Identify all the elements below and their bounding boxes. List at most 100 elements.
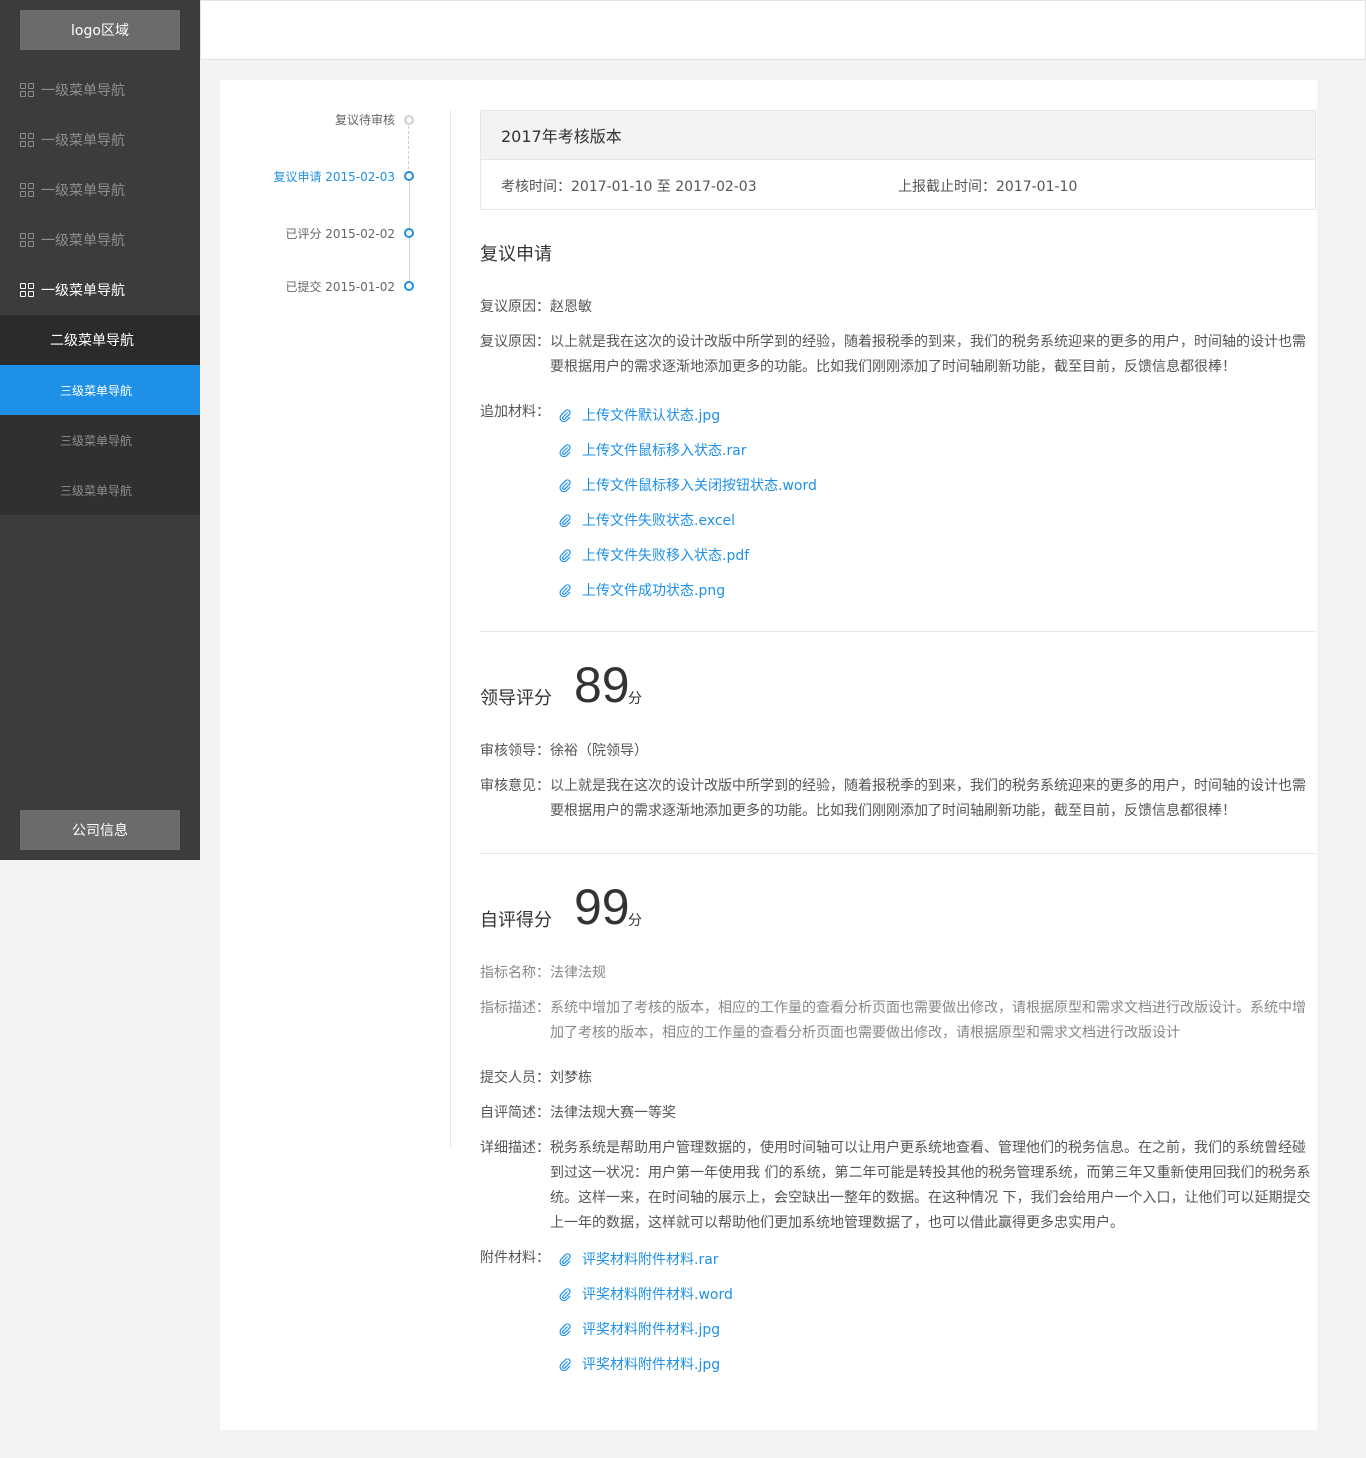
- sidebar-item-level3[interactable]: 三级菜单导航: [0, 415, 200, 465]
- attachment-link[interactable]: 评奖材料附件材料.jpg: [558, 1354, 720, 1374]
- sidebar-item-level1[interactable]: 一级菜单导航: [0, 165, 200, 215]
- file-name[interactable]: 评奖材料附件材料.rar: [582, 1249, 719, 1269]
- submitter-row: 提交人员：刘梦栋: [480, 1066, 592, 1091]
- grid-icon: [20, 132, 35, 148]
- score-unit: 分: [628, 913, 642, 929]
- sidebar-item-level2[interactable]: 二级菜单导航: [0, 315, 200, 365]
- field-label: 指标描述：: [480, 1000, 550, 1016]
- attachment-link[interactable]: 上传文件鼠标移入状态.rar: [558, 440, 747, 460]
- version-title: 2017年考核版本: [481, 111, 1315, 160]
- timeline-dot-pending: [404, 115, 414, 125]
- file-name[interactable]: 评奖材料附件材料.jpg: [582, 1354, 720, 1374]
- attachment-link[interactable]: 上传文件成功状态.png: [558, 580, 725, 600]
- timeline-dot: [404, 281, 414, 291]
- field-value: 赵恩敏: [550, 299, 592, 315]
- field-value: 徐裕（院领导）: [550, 743, 648, 759]
- leader-score-title: 领导评分: [480, 688, 552, 709]
- attach-label: 附件材料：: [480, 1250, 550, 1266]
- section-divider: [480, 853, 1316, 854]
- score-unit: 分: [628, 691, 642, 707]
- attachment-link[interactable]: 评奖材料附件材料.rar: [558, 1249, 719, 1269]
- sidebar-item-level1[interactable]: 一级菜单导航: [0, 65, 200, 115]
- file-name[interactable]: 上传文件鼠标移入状态.rar: [582, 440, 747, 460]
- company-info-button[interactable]: 公司信息: [20, 810, 180, 850]
- file-name[interactable]: 上传文件成功状态.png: [582, 580, 725, 600]
- file-name[interactable]: 上传文件失败状态.excel: [582, 510, 735, 530]
- detail-row: 详细描述： 税务系统是帮助用户管理数据的，使用时间轴可以让用户更系统地查看、管理他…: [480, 1136, 1315, 1236]
- logo[interactable]: logo区域: [20, 10, 180, 50]
- timeline-item[interactable]: 已提交 2015-01-02: [285, 278, 395, 295]
- section-divider: [480, 631, 1316, 632]
- sidebar-item-level1[interactable]: 一级菜单导航: [0, 115, 200, 165]
- field-value: 以上就是我在这次的设计改版中所学到的经验，随着报税季的到来，我们的税务系统迎来的…: [550, 778, 1306, 819]
- sidebar-item-label: 一级菜单导航: [41, 233, 125, 249]
- paperclip-icon: [559, 444, 571, 457]
- field-value: 刘梦栋: [550, 1070, 592, 1086]
- review-reason-detail-row: 复议原因： 以上就是我在这次的设计改版中所学到的经验，随着报税季的到来，我们的税务…: [480, 330, 1315, 380]
- assessment-period: 考核时间：2017-01-10 至 2017-02-03: [501, 179, 757, 195]
- field-value: 以上就是我在这次的设计改版中所学到的经验，随着报税季的到来，我们的税务系统迎来的…: [550, 334, 1306, 375]
- opinion-row: 审核意见： 以上就是我在这次的设计改版中所学到的经验，随着报税季的到来，我们的税务…: [480, 774, 1315, 824]
- grid-icon: [20, 232, 35, 248]
- field-value: 税务系统是帮助用户管理数据的，使用时间轴可以让用户更系统地查看、管理他们的税务信…: [550, 1140, 1311, 1231]
- paperclip-icon: [559, 479, 571, 492]
- paperclip-icon: [559, 584, 571, 597]
- attachment-link[interactable]: 上传文件默认状态.jpg: [558, 405, 720, 425]
- attachment-link[interactable]: 上传文件失败状态.excel: [558, 510, 735, 530]
- sidebar-item-level3[interactable]: 三级菜单导航: [0, 465, 200, 515]
- grid-icon: [20, 282, 35, 298]
- field-label: 自评简述：: [480, 1105, 550, 1121]
- field-label: 提交人员：: [480, 1070, 550, 1086]
- index-name-row: 指标名称：法律法规: [480, 961, 606, 986]
- report-deadline: 上报截止时间：2017-01-10: [898, 179, 1078, 195]
- timeline-dot: [404, 228, 414, 238]
- self-score-value: 99: [574, 879, 630, 935]
- self-score-title: 自评得分: [480, 910, 552, 931]
- index-desc-row: 指标描述： 系统中增加了考核的版本，相应的工作量的查看分析页面也需要做出修改，请根…: [480, 996, 1315, 1046]
- grid-icon: [20, 82, 35, 98]
- field-value: 系统中增加了考核的版本，相应的工作量的查看分析页面也需要做出修改，请根据原型和需…: [550, 1000, 1306, 1041]
- sidebar-item-level1[interactable]: 一级菜单导航: [0, 215, 200, 265]
- paperclip-icon: [559, 549, 571, 562]
- field-label: 复议原因：: [480, 334, 550, 350]
- timeline-dashed-line: [408, 126, 410, 174]
- materials-label: 追加材料：: [480, 404, 550, 420]
- reviewer-row: 审核领导：徐裕（院领导）: [480, 739, 648, 764]
- top-header: [200, 0, 1366, 60]
- paperclip-icon: [559, 1358, 571, 1371]
- file-name[interactable]: 上传文件鼠标移入关闭按钮状态.word: [582, 475, 817, 495]
- field-label: 审核领导：: [480, 743, 550, 759]
- field-label: 审核意见：: [480, 778, 550, 794]
- sidebar-item-label: 一级菜单导航: [41, 183, 125, 199]
- file-name[interactable]: 评奖材料附件材料.word: [582, 1284, 733, 1304]
- attachment-link[interactable]: 上传文件失败移入状态.pdf: [558, 545, 749, 565]
- file-name[interactable]: 上传文件失败移入状态.pdf: [582, 545, 749, 565]
- sidebar-item-label: 一级菜单导航: [41, 133, 125, 149]
- field-value: 法律法规大赛一等奖: [550, 1105, 676, 1121]
- attachment-link[interactable]: 评奖材料附件材料.jpg: [558, 1319, 720, 1339]
- paperclip-icon: [559, 1323, 571, 1336]
- review-section-title: 复议申请: [480, 244, 552, 265]
- file-name[interactable]: 上传文件默认状态.jpg: [582, 405, 720, 425]
- paperclip-icon: [559, 1253, 571, 1266]
- sidebar: logo区域 一级菜单导航 一级菜单导航 一级菜单导航 一级菜单导航 一级菜单导…: [0, 0, 200, 860]
- file-name[interactable]: 评奖材料附件材料.jpg: [582, 1319, 720, 1339]
- grid-icon: [20, 182, 35, 198]
- sidebar-item-label: 一级菜单导航: [41, 283, 125, 299]
- paperclip-icon: [559, 1288, 571, 1301]
- paperclip-icon: [559, 409, 571, 422]
- attachment-link[interactable]: 上传文件鼠标移入关闭按钮状态.word: [558, 475, 817, 495]
- field-label: 复议原因：: [480, 299, 550, 315]
- summary-row: 自评简述：法律法规大赛一等奖: [480, 1101, 676, 1126]
- field-label: 指标名称：: [480, 965, 550, 981]
- attachment-link[interactable]: 评奖材料附件材料.word: [558, 1284, 733, 1304]
- review-reason-row: 复议原因：赵恩敏: [480, 295, 592, 320]
- vertical-divider: [450, 110, 451, 1148]
- sidebar-item-level1-active[interactable]: 一级菜单导航: [0, 265, 200, 315]
- timeline-item-current[interactable]: 复议申请 2015-02-03: [273, 168, 395, 185]
- timeline-item[interactable]: 已评分 2015-02-02: [285, 225, 395, 242]
- timeline-item[interactable]: 复议待审核: [335, 111, 395, 128]
- timeline-dot: [404, 171, 414, 181]
- paperclip-icon: [559, 514, 571, 527]
- sidebar-item-level3-active[interactable]: 三级菜单导航: [0, 365, 200, 415]
